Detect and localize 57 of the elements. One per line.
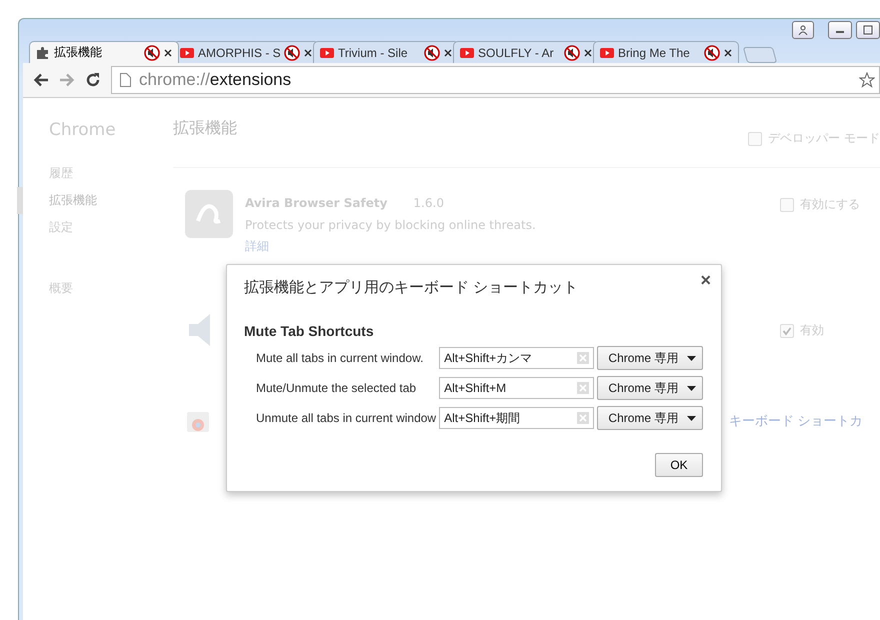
shortcut-field[interactable]: Alt+Shift+M — [439, 377, 594, 399]
muted-speaker-icon[interactable] — [424, 44, 440, 60]
caret-icon — [687, 386, 696, 390]
video-icon — [460, 48, 474, 58]
muted-speaker-icon[interactable] — [704, 44, 720, 60]
close-icon[interactable] — [724, 48, 732, 56]
tab-title: Bring Me The — [618, 46, 691, 60]
person-icon — [798, 25, 808, 35]
shortcut-value: Alt+Shift+カンマ — [444, 350, 532, 366]
close-button[interactable]: × — [700, 270, 711, 290]
checkbox[interactable] — [748, 132, 762, 146]
shortcut-label: Mute/Unmute the selected tab — [256, 381, 418, 395]
shortcut-label: Unmute all tabs in current window — [256, 411, 438, 425]
back-icon[interactable] — [33, 73, 49, 87]
scope-dropdown[interactable]: Chrome 専用 — [597, 346, 703, 370]
close-icon[interactable] — [584, 48, 592, 56]
browser-tab[interactable]: Bring Me The — [593, 41, 739, 63]
dialog-title: 拡張機能とアプリ用のキーボード ショートカット — [244, 278, 578, 296]
address-bar[interactable]: chrome://extensions — [111, 66, 880, 94]
tab-title: Trivium - Sile — [338, 46, 409, 60]
reload-icon[interactable] — [85, 72, 101, 88]
puzzle-icon — [36, 46, 50, 60]
profile-button[interactable] — [792, 21, 814, 39]
page-title: 拡張機能 — [173, 118, 237, 139]
speaker-icon — [189, 314, 210, 346]
close-icon[interactable] — [304, 48, 312, 56]
checkbox[interactable] — [780, 198, 794, 212]
muted-speaker-icon[interactable] — [144, 44, 160, 60]
tab-title: 拡張機能 — [54, 44, 103, 61]
scope-dropdown[interactable]: Chrome 専用 — [597, 376, 703, 400]
video-icon — [320, 48, 334, 58]
browser-tab[interactable]: 拡張機能 — [29, 41, 179, 63]
maximize-icon — [863, 25, 873, 35]
scope-dropdown[interactable]: Chrome 専用 — [597, 406, 703, 430]
shortcut-field[interactable]: Alt+Shift+期間 — [439, 407, 594, 429]
muted-speaker-icon[interactable] — [564, 44, 580, 60]
shortcut-field[interactable]: Alt+Shift+カンマ — [439, 347, 594, 369]
caret-icon — [687, 416, 696, 420]
caret-icon — [687, 356, 696, 360]
close-icon[interactable] — [444, 48, 452, 56]
shortcut-value: Alt+Shift+M — [444, 381, 506, 395]
section-heading: Mute Tab Shortcuts — [244, 323, 375, 339]
maximize-button[interactable] — [856, 21, 880, 39]
ok-button[interactable]: OK — [655, 453, 703, 477]
checkbox[interactable] — [780, 324, 794, 338]
video-icon — [180, 48, 194, 58]
url-text: chrome://extensions — [139, 70, 292, 90]
shortcut-label: Mute all tabs in current window. — [256, 351, 424, 365]
video-icon — [600, 48, 614, 58]
shortcut-value: Alt+Shift+期間 — [444, 410, 520, 426]
star-icon[interactable] — [859, 72, 875, 88]
tab-title: AMORPHIS - S — [198, 46, 280, 60]
minimize-button[interactable] — [828, 21, 852, 39]
muted-speaker-icon[interactable] — [284, 44, 300, 60]
tab-title: SOULFLY - Ar — [478, 46, 555, 60]
close-icon[interactable] — [164, 48, 172, 56]
page-icon — [120, 73, 131, 87]
